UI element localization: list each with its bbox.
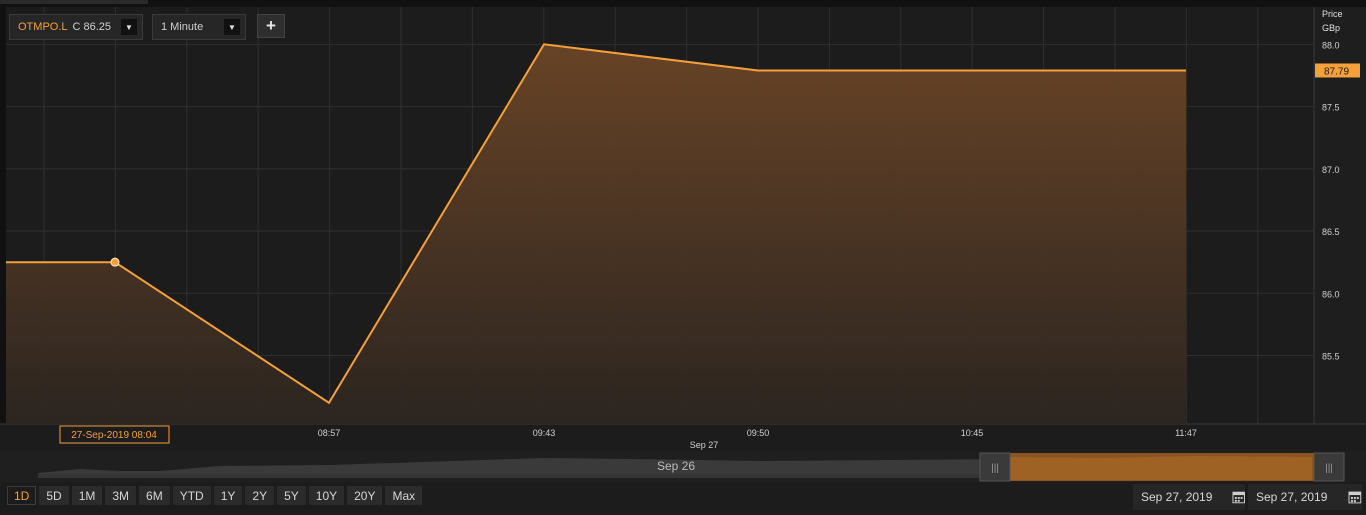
range-button-1d[interactable]: 1D — [7, 486, 37, 505]
x-tick-label: 09:43 — [533, 428, 556, 438]
y-tick-label: 85.5 — [1322, 352, 1340, 362]
date-to-field[interactable]: Sep 27, 2019 — [1248, 484, 1362, 510]
date-from-value: Sep 27, 2019 — [1141, 490, 1213, 504]
add-series-button[interactable]: + — [257, 14, 285, 38]
grip-icon: ||| — [1325, 463, 1333, 474]
symbol-name: OTMPO.L — [18, 21, 68, 33]
last-price-label: 87.79 — [1324, 66, 1349, 77]
range-button-max[interactable]: Max — [385, 486, 423, 505]
date-to-value: Sep 27, 2019 — [1256, 490, 1328, 504]
range-button-6m[interactable]: 6M — [139, 486, 170, 505]
date-from-field[interactable]: Sep 27, 2019 — [1133, 484, 1245, 510]
x-tick-label: 08:57 — [318, 428, 341, 438]
y-tick-label: 87.0 — [1322, 165, 1340, 175]
interval-selector[interactable]: 1 Minute ▼ — [152, 14, 246, 40]
range-button-1y[interactable]: 1Y — [213, 486, 243, 505]
axis-title: Price — [1322, 9, 1343, 19]
calendar-icon[interactable] — [1348, 490, 1362, 504]
navigator-label: Sep 26 — [657, 459, 695, 473]
interval-value: 1 Minute — [161, 21, 204, 33]
range-selector: 1D 5D 1M 3M 6M YTD 1Y 2Y 5Y 10Y 20Y Max — [7, 486, 423, 505]
axis-unit: GBp — [1322, 23, 1340, 33]
chevron-down-icon[interactable]: ▼ — [121, 19, 137, 35]
highlighted-point — [110, 257, 120, 267]
y-tick-label: 87.5 — [1322, 103, 1340, 113]
left-border — [0, 0, 6, 424]
price-chart[interactable]: 85.5 86.0 86.5 87.0 87.5 88.0 08:57 09:43 09:50… — [0, 0, 1366, 515]
y-tick-label: 86.5 — [1322, 227, 1340, 237]
y-tick-label: 86.0 — [1322, 289, 1340, 299]
range-button-2y[interactable]: 2Y — [245, 486, 275, 505]
range-button-5d[interactable]: 5D — [39, 486, 69, 505]
range-button-ytd[interactable]: YTD — [172, 486, 211, 505]
calendar-icon[interactable] — [1232, 490, 1245, 504]
grip-icon: ||| — [991, 463, 999, 474]
crosshair-date-label: 27-Sep-2019 08:04 — [71, 430, 157, 441]
range-button-20y[interactable]: 20Y — [347, 486, 383, 505]
y-tick-label: 88.0 — [1322, 40, 1340, 50]
date-caption: Sep 27 — [690, 440, 719, 450]
range-button-10y[interactable]: 10Y — [308, 486, 345, 505]
close-price: C 86.25 — [72, 21, 112, 33]
x-tick-label: 10:45 — [961, 428, 984, 438]
range-button-5y[interactable]: 5Y — [277, 486, 306, 505]
x-tick-label: 11:47 — [1175, 428, 1197, 438]
range-button-1m[interactable]: 1M — [71, 486, 103, 505]
chevron-down-icon[interactable]: ▼ — [224, 19, 240, 35]
x-tick-label: 09:50 — [747, 428, 770, 438]
symbol-selector[interactable]: OTMPO.L C 86.25 ▼ — [9, 14, 143, 40]
range-button-3m[interactable]: 3M — [105, 486, 137, 505]
